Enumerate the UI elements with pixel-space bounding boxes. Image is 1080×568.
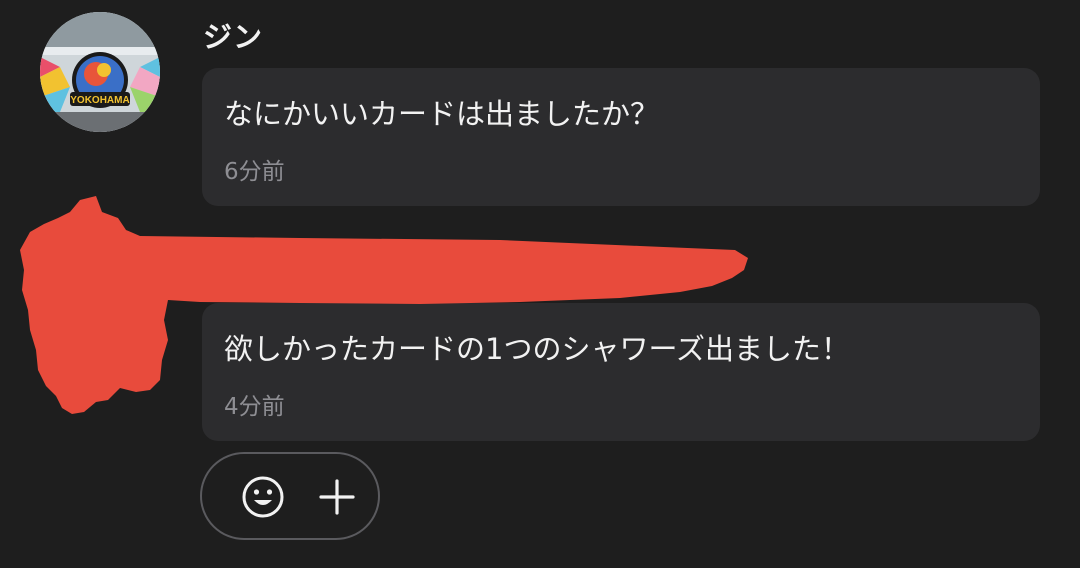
username[interactable]: ジン — [203, 14, 263, 56]
message-bubble[interactable]: なにかいいカードは出ましたか？ 6分前 — [202, 68, 1040, 206]
message-text: なにかいいカードは出ましたか？ — [224, 97, 660, 131]
avatar-logo-text: YOKOHAMA — [70, 95, 129, 106]
plus-icon[interactable] — [312, 472, 362, 522]
smiley-icon[interactable] — [238, 472, 288, 522]
message-timestamp: 6分前 — [224, 159, 285, 185]
reaction-bar — [200, 452, 380, 540]
avatar[interactable]: YOKOHAMA — [40, 12, 160, 132]
message-bubble[interactable]: 欲しかったカードの1つのシャワーズ出ました！ 4分前 — [202, 303, 1040, 441]
message-text: 欲しかったカードの1つのシャワーズ出ました！ — [224, 332, 851, 366]
message-timestamp: 4分前 — [224, 394, 285, 420]
avatar-image: YOKOHAMA — [40, 12, 160, 132]
